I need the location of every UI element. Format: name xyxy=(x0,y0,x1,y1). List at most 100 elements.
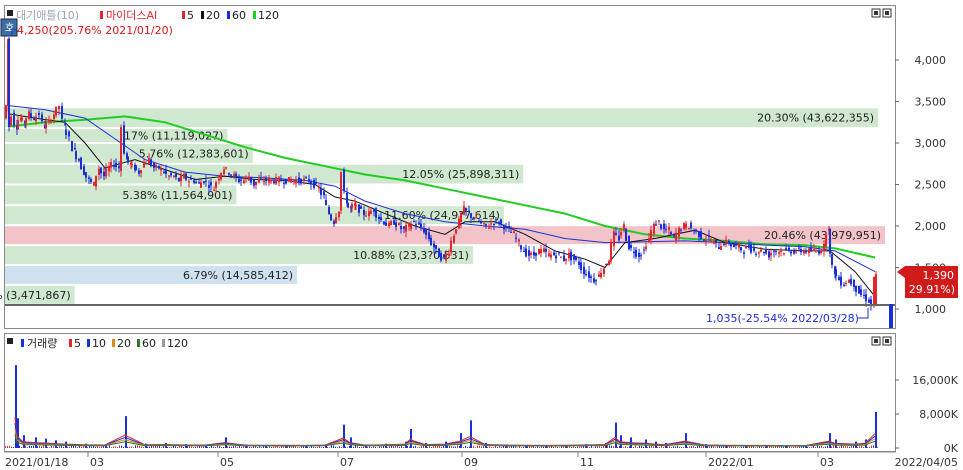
candle-body xyxy=(583,266,585,275)
candle-body xyxy=(210,182,212,186)
volume-bar xyxy=(691,446,692,448)
volume-bar xyxy=(735,446,736,448)
volume-bar xyxy=(667,446,668,448)
candle-body xyxy=(335,217,337,223)
candle-body xyxy=(363,209,365,216)
volume-bar xyxy=(273,446,274,448)
price-ma-legend-label: 20 xyxy=(206,9,220,22)
volume-bar xyxy=(53,446,54,448)
volume-bar xyxy=(77,447,78,448)
volume-bar xyxy=(435,445,436,448)
legend-color-marker xyxy=(253,11,256,19)
candle-body xyxy=(178,177,180,182)
volume-bar xyxy=(277,446,278,448)
candle-body xyxy=(175,174,177,178)
volume-bar xyxy=(313,446,314,448)
candle-body xyxy=(110,162,112,168)
candle-body xyxy=(788,247,790,250)
volume-bar xyxy=(797,446,798,448)
volume-bar xyxy=(647,447,648,448)
candle-body xyxy=(453,235,455,243)
candle-body xyxy=(398,223,400,225)
volume-bar-spike xyxy=(343,424,345,448)
volume-bar xyxy=(341,446,342,448)
candle-body xyxy=(118,166,120,169)
volume-bar xyxy=(197,446,198,448)
candle-body xyxy=(193,180,195,183)
x-tick-label: 11 xyxy=(580,456,594,469)
candle-body xyxy=(223,169,225,175)
candle-body xyxy=(553,252,555,256)
right-edge-marker xyxy=(889,304,893,328)
volume-bar xyxy=(849,446,850,448)
candle-body xyxy=(35,116,37,122)
candle-body xyxy=(733,243,735,248)
volume-ma-legend-label: 120 xyxy=(167,337,188,350)
volume-bar xyxy=(171,446,172,448)
volume-bar xyxy=(613,446,614,448)
volume-bar-spike xyxy=(410,428,412,448)
price-tick-label: 2,000 xyxy=(915,220,947,233)
price-legend-title: 대기애틀(10) xyxy=(16,9,79,22)
candle-body xyxy=(53,114,55,120)
candle-body xyxy=(573,254,575,260)
volume-bar xyxy=(187,446,188,448)
candle-body xyxy=(725,239,727,245)
candle-body xyxy=(735,244,737,246)
candle-body xyxy=(393,220,395,225)
candle-body xyxy=(470,213,472,218)
candle-body xyxy=(515,237,517,239)
volume-bar xyxy=(821,445,822,448)
volume-bar xyxy=(11,446,12,448)
volume-bar xyxy=(169,446,170,448)
volume-bar xyxy=(497,447,498,448)
volume-bar xyxy=(235,445,236,448)
candle-body xyxy=(10,116,12,126)
volume-bar xyxy=(191,446,192,448)
volume-bar xyxy=(755,447,756,448)
volume-bar xyxy=(469,446,470,448)
volume-bar xyxy=(9,445,10,448)
candle-body xyxy=(628,235,630,250)
volume-bar xyxy=(309,447,310,448)
candle-body xyxy=(168,175,170,177)
candle-body xyxy=(815,250,817,252)
candle-body xyxy=(328,207,330,214)
candle-body xyxy=(368,211,370,217)
volume-bar xyxy=(843,446,844,448)
volume-bar xyxy=(701,446,702,448)
candle-body xyxy=(218,178,220,181)
candle-body xyxy=(203,181,205,184)
candle-body xyxy=(58,106,60,110)
candle-body xyxy=(346,192,348,204)
candle-body xyxy=(620,232,622,236)
candle-body xyxy=(365,215,367,217)
volume-bar xyxy=(371,447,372,448)
candle-body xyxy=(240,179,242,181)
candle-body xyxy=(593,278,595,283)
volume-bar xyxy=(577,446,578,448)
volume-bar xyxy=(219,445,220,448)
candle-body xyxy=(600,272,602,278)
candle-body xyxy=(30,113,32,118)
volume-bar xyxy=(473,445,474,448)
candle-body xyxy=(663,223,665,230)
candle-body xyxy=(755,253,757,255)
candle-body xyxy=(523,250,525,252)
volume-bar xyxy=(63,446,64,448)
candle-body xyxy=(568,253,570,259)
volume-bar xyxy=(559,447,560,448)
volume-bar xyxy=(335,446,336,448)
volume-bar xyxy=(721,446,722,448)
candle-body xyxy=(425,228,427,235)
candle-body xyxy=(595,280,597,282)
volume-tick-label: 8,000K xyxy=(919,408,958,421)
candle-body xyxy=(475,217,477,219)
candle-body xyxy=(585,274,587,276)
volume-bar xyxy=(183,447,184,448)
volume-bar xyxy=(163,445,164,448)
volume-bar xyxy=(757,446,758,448)
candle-body xyxy=(575,256,577,261)
candle-body xyxy=(783,253,785,255)
x-tick-label: 09 xyxy=(464,456,478,469)
